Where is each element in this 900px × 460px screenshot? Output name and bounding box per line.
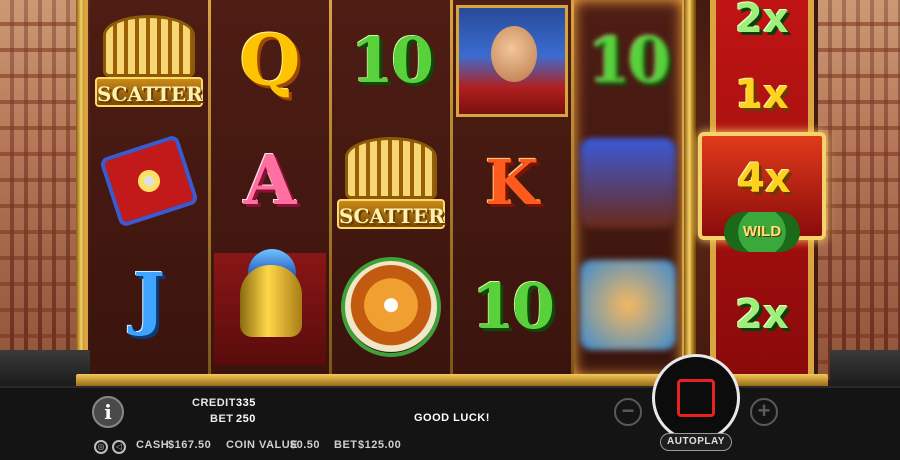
tiger-icon [341, 257, 441, 357]
multiplier-2x-bottom: 2x [735, 292, 789, 338]
total-bet-label: BET [334, 439, 358, 451]
scatter-symbol: SCATTER [90, 2, 208, 120]
bet-value: 250 [236, 413, 256, 425]
spin-button[interactable] [652, 354, 740, 442]
a-symbol: A [211, 122, 329, 240]
arena-background-right [818, 0, 900, 380]
credit-value: 335 [236, 397, 256, 409]
reel-4: K 10 [453, 0, 571, 376]
game-stage: SCATTER J Q A 10 SCATTER K 10 10 2x 1x 2… [0, 0, 900, 460]
j-symbol: J [90, 240, 208, 358]
stage-slope-right [830, 350, 900, 388]
scatter-symbol: SCATTER [332, 124, 450, 242]
lion-symbol [574, 246, 682, 364]
k-letter: K [485, 146, 539, 219]
gladiator-icon [214, 249, 326, 365]
decrease-bet-button[interactable]: − [614, 398, 642, 426]
coin-value-value: $0.50 [290, 439, 321, 451]
ten-symbol: 10 [332, 2, 450, 120]
colosseum-icon: SCATTER [337, 129, 445, 237]
caesar-symbol [453, 2, 571, 120]
lion-icon [580, 260, 676, 350]
info-button[interactable]: i [92, 396, 124, 428]
ten-symbol: 10 [574, 2, 682, 120]
chariot-symbol [574, 124, 682, 242]
sound-icon[interactable]: ◁ [112, 440, 126, 454]
multiplier-2x-top: 2x [735, 0, 789, 42]
reel-3: 10 SCATTER [332, 0, 450, 376]
tiger-symbol [332, 248, 450, 366]
colosseum-icon: SCATTER [95, 7, 203, 115]
multiplier-1x: 1x [735, 72, 789, 118]
q-symbol: Q [211, 2, 329, 120]
increase-bet-button[interactable]: + [750, 398, 778, 426]
a-letter: A [243, 141, 297, 221]
gladiator-symbol [211, 249, 329, 368]
shield-icon [98, 134, 200, 228]
chariot-icon [580, 138, 676, 228]
credit-label: CREDIT [192, 397, 236, 409]
reel-5-spinning: 10 [574, 0, 682, 376]
colosseum-graphic [103, 15, 195, 77]
k-symbol: K [453, 124, 571, 242]
cash-label: CASH [136, 439, 170, 451]
account-info-row: ◎ ◁ CASH $167.50 COIN VALUE $0.50 BET $1… [0, 436, 900, 460]
colosseum-graphic [345, 137, 437, 199]
bet-label: BET [210, 413, 234, 425]
settings-icon[interactable]: ◎ [94, 440, 108, 454]
j-letter: J [132, 259, 166, 339]
caesar-face [491, 26, 537, 82]
reel-1: SCATTER J [90, 0, 208, 376]
coin-value-label: COIN VALUE [226, 439, 299, 451]
q-letter: Q [239, 19, 301, 102]
stop-icon [677, 379, 715, 417]
cash-value: $167.50 [168, 439, 212, 451]
status-message: GOOD LUCK! [414, 412, 490, 424]
reel-grid: SCATTER J Q A 10 SCATTER K 10 10 [84, 0, 684, 378]
shield-symbol [90, 122, 208, 240]
scatter-label: SCATTER [95, 77, 203, 107]
total-bet-value: $125.00 [358, 439, 402, 451]
ten-number: 10 [471, 270, 555, 343]
wild-badge: WILD [724, 212, 800, 252]
caesar-icon [456, 5, 568, 117]
multiplier-4x: 4x [737, 156, 791, 202]
scatter-label: SCATTER [337, 199, 445, 229]
gold-pillar-right [684, 0, 696, 380]
ten-number: 10 [587, 24, 671, 97]
ten-number: 10 [350, 24, 434, 97]
gold-helmet [240, 265, 302, 337]
ten-symbol: 10 [453, 248, 571, 366]
reel-2: Q A [211, 0, 329, 376]
